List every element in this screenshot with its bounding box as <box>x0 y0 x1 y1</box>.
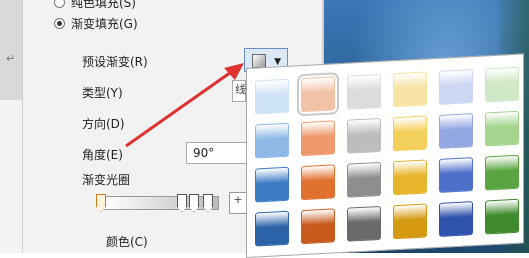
preset-gradient-swatch[interactable] <box>393 203 427 240</box>
gradient-stops-label: 渐变光圈 <box>82 173 131 187</box>
gradient-fill-option[interactable]: 渐变填充(G) <box>54 15 138 32</box>
document-margin: ↵ <box>0 0 22 253</box>
angle-input[interactable]: 90° <box>186 142 248 164</box>
preset-gradient-swatch[interactable] <box>485 110 519 147</box>
solid-fill-radio[interactable] <box>54 0 65 8</box>
solid-fill-option[interactable]: 纯色填充(S) <box>54 0 136 11</box>
preset-gradient-gallery <box>246 53 524 258</box>
gradient-fill-radio[interactable] <box>54 18 65 29</box>
preset-gradient-swatch[interactable] <box>301 208 335 245</box>
type-label: 类型(Y) <box>82 86 123 100</box>
preset-gradient-swatch[interactable] <box>485 198 519 235</box>
preset-gradient-swatch[interactable] <box>439 201 473 237</box>
preset-gradient-swatch[interactable] <box>297 72 339 117</box>
solid-fill-label: 纯色填充(S) <box>71 0 136 10</box>
add-gradient-stop-button[interactable]: + <box>229 192 247 214</box>
angle-label: 角度(E) <box>82 148 123 162</box>
document-page-edge <box>0 100 22 253</box>
preset-gradient-swatch[interactable] <box>393 159 427 196</box>
preset-gradient-swatch[interactable] <box>255 210 289 247</box>
type-select[interactable]: 线 <box>232 80 246 102</box>
preset-gradient-swatch[interactable] <box>439 113 473 149</box>
direction-label: 方向(D) <box>82 117 125 131</box>
preset-gradient-swatch[interactable] <box>393 115 427 152</box>
preset-gradient-swatch[interactable] <box>393 71 427 108</box>
gradient-fill-label: 渐变填充(G) <box>71 17 138 31</box>
preset-gradient-swatch[interactable] <box>439 69 473 105</box>
preset-gradient-swatch[interactable] <box>347 73 381 110</box>
color-label: 颜色(C) <box>106 235 148 249</box>
preset-gradient-swatch[interactable] <box>255 78 289 115</box>
preset-gradient-swatch[interactable] <box>301 120 335 157</box>
preset-gradient-swatch[interactable] <box>255 166 289 203</box>
preset-gradient-swatch[interactable] <box>485 154 519 191</box>
preset-gradient-swatch[interactable] <box>301 164 335 201</box>
gradient-swatch-icon <box>252 54 266 68</box>
preset-gradient-swatch[interactable] <box>255 122 289 159</box>
preset-gradient-swatch[interactable] <box>485 66 519 103</box>
preset-gradient-label: 预设渐变(R) <box>82 55 148 69</box>
preset-gradient-swatch[interactable] <box>347 205 381 242</box>
preset-gradient-swatch[interactable] <box>439 157 473 193</box>
gradient-stops-bar[interactable] <box>103 196 219 210</box>
preset-gradient-swatch[interactable] <box>347 161 381 198</box>
paragraph-mark: ↵ <box>6 52 16 65</box>
preset-gradient-swatch[interactable] <box>347 117 381 154</box>
